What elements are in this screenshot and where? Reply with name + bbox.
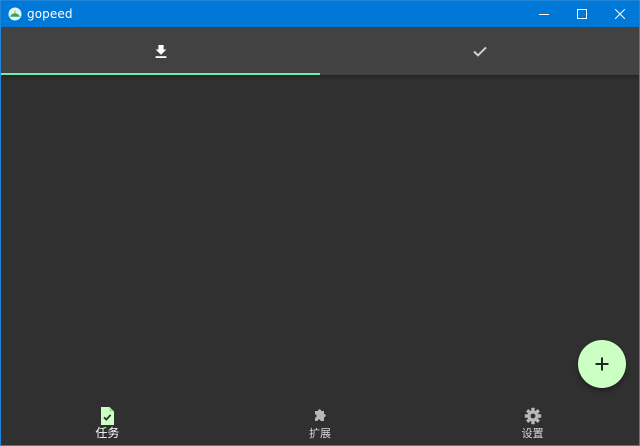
close-icon bbox=[615, 9, 625, 19]
task-file-icon bbox=[99, 406, 115, 425]
puzzle-icon bbox=[311, 407, 329, 425]
gopeed-logo-icon bbox=[8, 7, 22, 21]
minimize-icon bbox=[539, 14, 549, 15]
app-window: gopeed 任务 扩展 设置 bbox=[0, 0, 640, 446]
nav-item-extensions[interactable]: 扩展 bbox=[214, 401, 427, 445]
check-icon bbox=[472, 46, 487, 57]
task-list-area bbox=[1, 75, 639, 445]
minimize-button[interactable] bbox=[525, 1, 563, 27]
tab-downloading[interactable] bbox=[1, 27, 320, 75]
window-title: gopeed bbox=[27, 7, 73, 21]
maximize-icon bbox=[577, 9, 587, 19]
tab-bar bbox=[1, 27, 639, 75]
nav-label-extensions: 扩展 bbox=[309, 426, 331, 440]
nav-label-tasks: 任务 bbox=[95, 425, 120, 440]
gear-icon bbox=[524, 407, 542, 425]
window-controls bbox=[525, 1, 639, 27]
add-task-button[interactable] bbox=[578, 340, 626, 388]
nav-label-settings: 设置 bbox=[521, 426, 544, 440]
nav-item-tasks[interactable]: 任务 bbox=[1, 401, 214, 445]
tab-completed[interactable] bbox=[320, 27, 639, 75]
bottom-navigation: 任务 扩展 设置 bbox=[1, 401, 639, 445]
nav-item-settings[interactable]: 设置 bbox=[426, 401, 639, 445]
window-titlebar[interactable]: gopeed bbox=[1, 1, 639, 27]
maximize-button[interactable] bbox=[563, 1, 601, 27]
download-icon bbox=[155, 45, 166, 58]
close-button[interactable] bbox=[601, 1, 639, 27]
plus-icon bbox=[595, 357, 609, 371]
